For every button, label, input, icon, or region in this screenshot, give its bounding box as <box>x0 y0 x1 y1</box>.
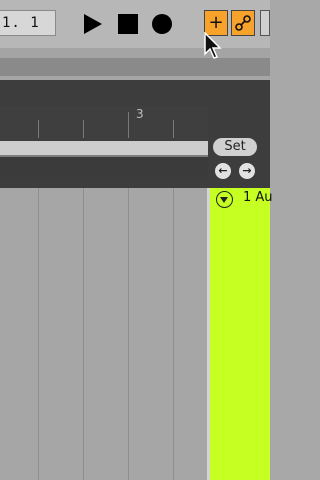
grid-line <box>38 188 39 480</box>
record-button[interactable] <box>152 14 172 34</box>
beat-time-ruler[interactable] <box>0 106 208 140</box>
grid-line <box>83 188 84 480</box>
grid-line <box>173 188 174 480</box>
loop-brace[interactable] <box>0 141 208 157</box>
overview-strip <box>0 58 270 76</box>
song-position-display[interactable]: 1. 1 <box>0 10 56 36</box>
arrow-right-icon: → <box>242 164 252 177</box>
control-strip <box>0 48 270 58</box>
arrow-left-icon: ← <box>218 164 228 177</box>
ruler-tick <box>38 120 39 138</box>
link-icon <box>235 15 251 31</box>
play-button[interactable] <box>82 13 104 35</box>
link-button[interactable] <box>231 10 255 36</box>
plus-icon: + <box>208 12 224 33</box>
overflow-button[interactable] <box>260 10 270 36</box>
track-header[interactable] <box>210 188 270 480</box>
ruler-tick <box>128 112 129 138</box>
stop-button[interactable] <box>118 14 138 34</box>
next-locator-button[interactable]: → <box>239 163 255 179</box>
locator-lane <box>0 157 208 177</box>
set-locator-button[interactable]: Set <box>213 138 257 156</box>
chevron-down-icon <box>220 197 228 203</box>
bar-number-label: 3 <box>136 107 144 121</box>
ruler-tick <box>83 120 84 138</box>
ruler-tick <box>173 120 174 138</box>
arrangement-lane[interactable] <box>0 188 208 480</box>
previous-locator-button[interactable]: ← <box>215 163 231 179</box>
mouse-cursor-icon <box>204 32 222 59</box>
track-name[interactable]: 1 Au <box>243 190 273 205</box>
grid-line <box>128 188 129 480</box>
